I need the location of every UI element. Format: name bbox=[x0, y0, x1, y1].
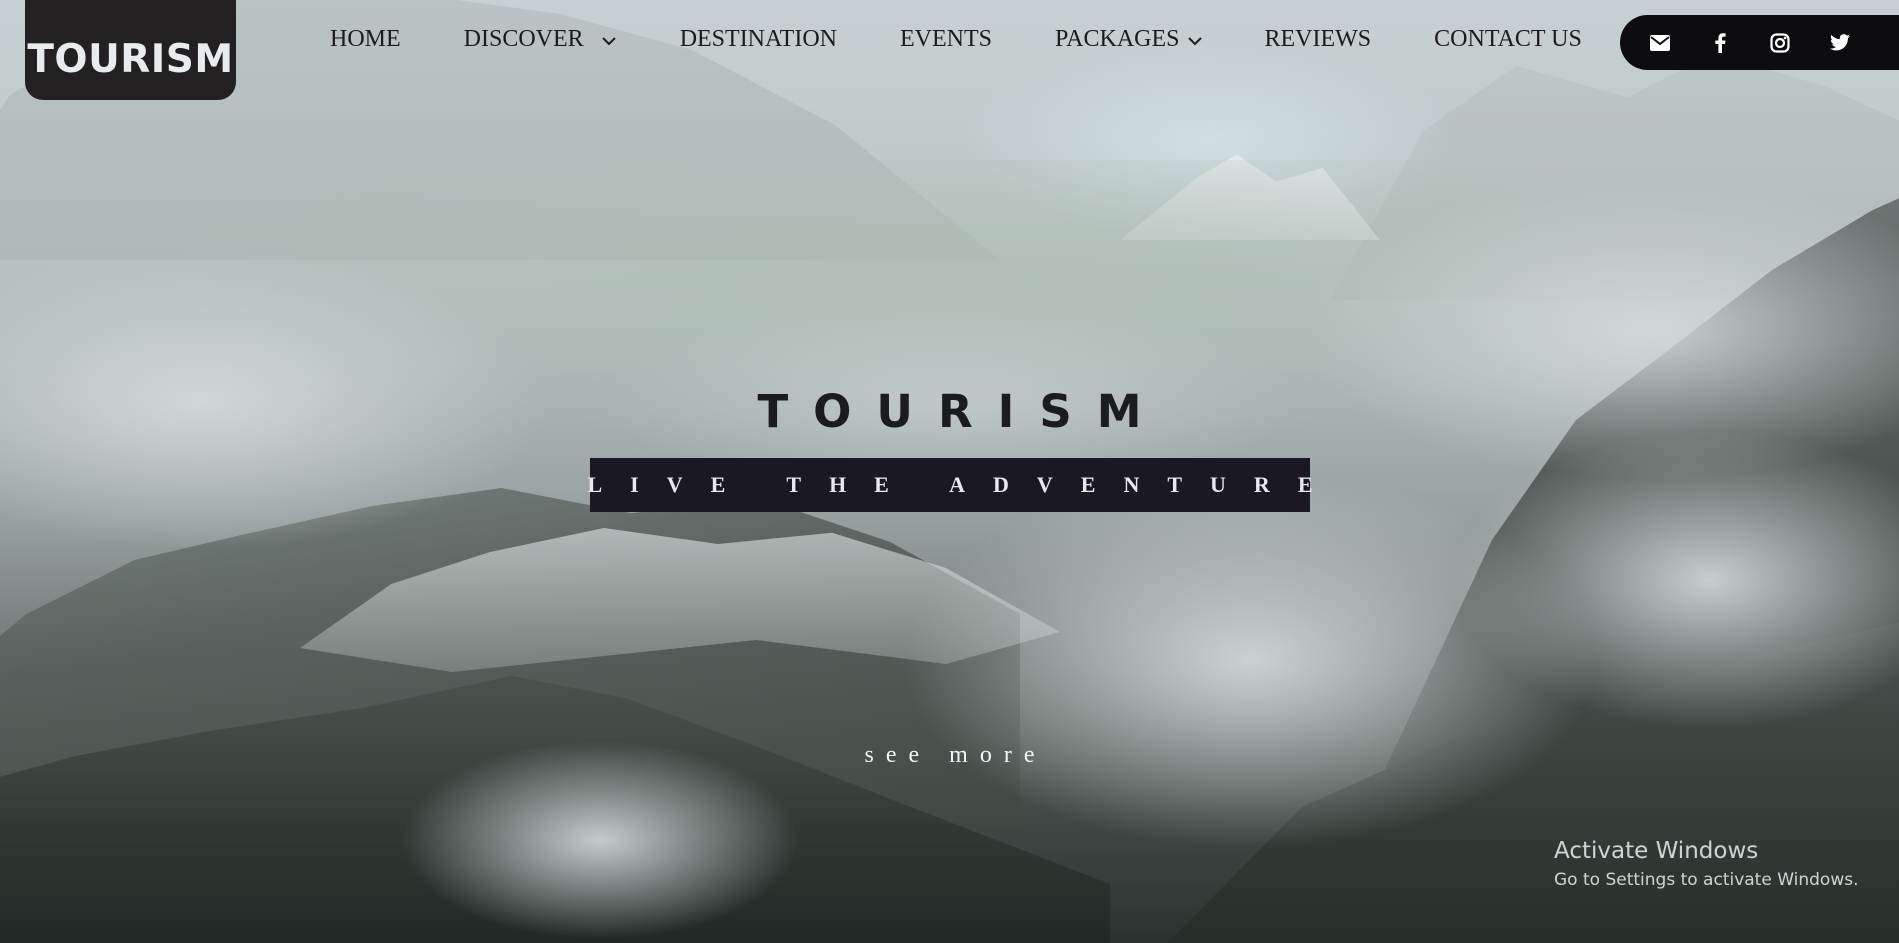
nav-item-label: EVENTS bbox=[900, 26, 992, 52]
logo-text: TOURISM bbox=[27, 36, 234, 82]
nav-item-label: HOME bbox=[330, 26, 401, 52]
chevron-down-icon bbox=[601, 26, 616, 53]
nav-item-label: DESTINATION bbox=[679, 26, 837, 52]
twitter-icon[interactable] bbox=[1825, 28, 1855, 58]
nav-item-packages[interactable]: PACKAGES bbox=[1055, 26, 1202, 53]
main-nav: HOME DISCOVER DESTINATION EVENTS PACKAGE… bbox=[330, 26, 1582, 53]
nav-item-discover[interactable]: DISCOVER bbox=[464, 26, 616, 53]
nav-item-label: DISCOVER bbox=[463, 26, 584, 52]
nav-item-label: CONTACT US bbox=[1434, 26, 1582, 52]
nav-item-contact-us[interactable]: CONTACT US bbox=[1434, 26, 1582, 53]
activate-windows-subtitle: Go to Settings to activate Windows. bbox=[1554, 870, 1859, 890]
nav-item-events[interactable]: EVENTS bbox=[900, 26, 992, 53]
nav-item-reviews[interactable]: REVIEWS bbox=[1265, 26, 1372, 53]
envelope-icon[interactable] bbox=[1645, 28, 1675, 58]
tagline-text: LIVE THE ADVENTURE bbox=[587, 472, 1341, 497]
hero-title: TOURISM bbox=[757, 385, 1167, 438]
site-logo[interactable]: TOURISM bbox=[25, 0, 236, 100]
see-more-link[interactable]: see more bbox=[0, 742, 1899, 769]
nav-item-label: REVIEWS bbox=[1264, 26, 1372, 52]
nav-item-label: PACKAGES bbox=[1055, 26, 1180, 52]
activate-windows-title: Activate Windows bbox=[1554, 838, 1759, 864]
nav-item-home[interactable]: HOME bbox=[330, 26, 401, 53]
social-bar bbox=[1620, 15, 1899, 70]
facebook-icon[interactable] bbox=[1705, 28, 1735, 58]
tagline-banner: LIVE THE ADVENTURE bbox=[588, 458, 1313, 512]
chevron-down-icon bbox=[1187, 26, 1202, 53]
nav-item-destination[interactable]: DESTINATION bbox=[680, 26, 837, 53]
activate-windows-watermark: Activate Windows Go to Settings to activ… bbox=[1554, 838, 1859, 890]
instagram-icon[interactable] bbox=[1765, 28, 1795, 58]
